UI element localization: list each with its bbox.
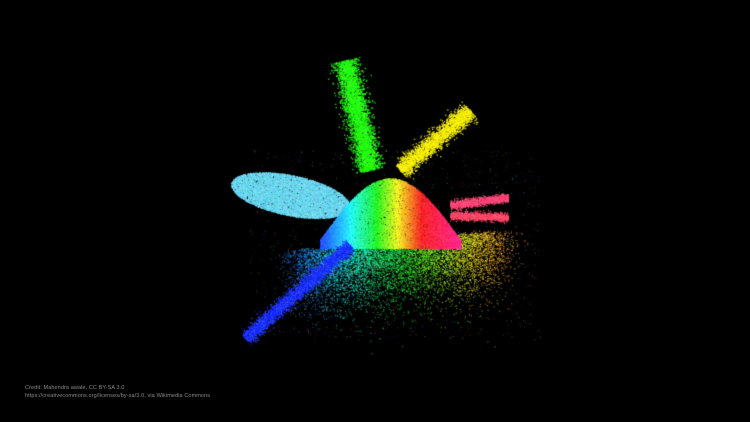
image-credit: Credit: Mahendra awale, CC BY-SA 3.0 htt… [25,385,210,400]
credit-line-license: https://creativecommons.org/licenses/by-… [25,392,211,399]
color-point-cloud-image [0,0,750,422]
credit-line-author: Credit: Mahendra awale, CC BY-SA 3.0 [25,385,125,391]
